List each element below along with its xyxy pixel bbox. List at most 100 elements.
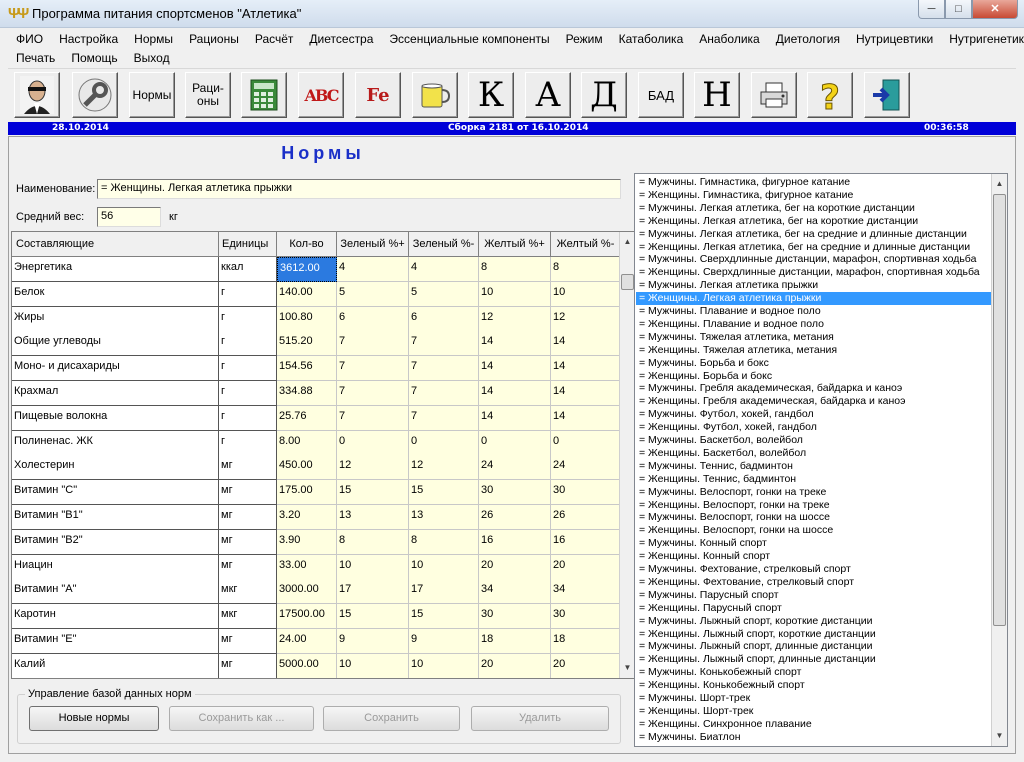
list-item[interactable]: = Мужчины. Парусный спорт (636, 589, 992, 602)
list-scroll-thumb[interactable] (993, 194, 1006, 626)
grid-column-header[interactable]: Желтый %- (551, 232, 621, 257)
dietology-toolbar-button[interactable]: Д (581, 72, 627, 118)
grid-cell[interactable]: 9 (337, 629, 409, 654)
grid-cell[interactable]: 10 (337, 554, 409, 580)
grid-cell[interactable]: 0 (551, 430, 621, 456)
list-item[interactable]: = Мужчины. Тяжелая атлетика, метания (636, 331, 992, 344)
list-scrollbar[interactable]: ▲ ▼ (991, 174, 1007, 746)
menu-item[interactable]: Диетология (768, 32, 848, 46)
menu-item[interactable]: Помощь (63, 51, 125, 65)
grid-cell[interactable]: 15 (409, 604, 479, 630)
grid-cell[interactable]: 140.00 (277, 281, 337, 307)
grid-cell[interactable]: 14 (551, 405, 621, 431)
grid-cell[interactable]: 30 (479, 604, 551, 630)
list-item[interactable]: = Мужчины. Футбол, хокей, гандбол (636, 408, 992, 421)
minimize-button[interactable]: ─ (918, 0, 945, 19)
grid-cell[interactable]: 30 (551, 480, 621, 506)
grid-column-header[interactable]: Кол-во (277, 232, 337, 257)
grid-cell[interactable]: 20 (551, 554, 621, 580)
settings-toolbar-button[interactable] (72, 72, 118, 118)
grid-cell[interactable]: 515.20 (277, 331, 337, 357)
grid-cell[interactable]: 14 (479, 381, 551, 406)
menu-item[interactable]: Эссенциальные компоненты (381, 32, 557, 46)
list-item[interactable]: = Женщины. Парусный спорт (636, 602, 992, 615)
grid-cell[interactable]: 18 (479, 629, 551, 654)
list-item[interactable]: = Женщины. Фехтование, стрелковый спорт (636, 576, 992, 589)
grid-cell[interactable]: 3612.00 (277, 257, 337, 282)
list-item[interactable]: = Женщины. Теннис, бадминтон (636, 473, 992, 486)
grid-cell[interactable]: 30 (479, 480, 551, 506)
grid-cell[interactable]: 14 (551, 356, 621, 382)
grid-cell[interactable]: 14 (479, 356, 551, 382)
save-as-button[interactable]: Сохранить как ... (169, 706, 314, 731)
list-item[interactable]: = Женщины. Гребля академическая, байдарк… (636, 395, 992, 408)
list-item[interactable]: = Женщины. Шорт-трек (636, 705, 992, 718)
grid-cell[interactable]: 16 (479, 529, 551, 555)
rations-toolbar-button[interactable]: Раци- оны (185, 72, 231, 118)
grid-cell[interactable]: 18 (551, 629, 621, 654)
list-item[interactable]: = Женщины. Легкая атлетика, бег на средн… (636, 241, 992, 254)
list-item[interactable]: = Женщины. Лыжный спорт, длинные дистанц… (636, 653, 992, 666)
grid-cell[interactable]: 13 (409, 505, 479, 530)
menu-item[interactable]: Нормы (126, 32, 181, 46)
grid-cell[interactable]: 4 (337, 257, 409, 282)
list-item[interactable]: = Женщины. Тяжелая атлетика, метания (636, 344, 992, 357)
exit-toolbar-button[interactable] (864, 72, 910, 118)
grid-cell[interactable]: 7 (409, 356, 479, 382)
close-button[interactable]: ✕ (972, 0, 1018, 19)
scroll-down-arrow-icon[interactable]: ▼ (620, 660, 635, 676)
essential-components-toolbar-button[interactable]: Fe (355, 72, 401, 118)
grid-cell[interactable]: 10 (479, 281, 551, 307)
grid-cell[interactable]: 15 (337, 480, 409, 506)
list-item[interactable]: = Мужчины. Теннис, бадминтон (636, 460, 992, 473)
list-item[interactable]: = Женщины. Легкая атлетика прыжки (636, 292, 992, 306)
grid-cell[interactable]: 8 (479, 257, 551, 282)
new-norms-button[interactable]: Новые нормы (29, 706, 159, 731)
grid-cell[interactable]: 15 (337, 604, 409, 630)
grid-cell[interactable]: 7 (337, 331, 409, 357)
grid-cell[interactable]: 0 (479, 430, 551, 456)
grid-cell[interactable]: 7 (337, 381, 409, 406)
grid-column-header[interactable]: Зеленый %+ (337, 232, 409, 257)
grid-cell[interactable]: 7 (409, 331, 479, 357)
grid-cell[interactable]: 15 (409, 480, 479, 506)
grid-cell[interactable]: 14 (479, 331, 551, 357)
grid-cell[interactable]: 14 (551, 331, 621, 357)
grid-cell[interactable]: 6 (409, 306, 479, 332)
list-scroll-up-arrow-icon[interactable]: ▲ (992, 176, 1007, 192)
grid-cell[interactable]: 9 (409, 629, 479, 654)
menu-item[interactable]: Настройка (51, 32, 126, 46)
grid-cell[interactable]: 13 (337, 505, 409, 530)
grid-cell[interactable]: 3000.00 (277, 579, 337, 605)
grid-cell[interactable]: 12 (337, 455, 409, 481)
list-item[interactable]: = Мужчины. Шорт-трек (636, 692, 992, 705)
grid-cell[interactable]: 8.00 (277, 430, 337, 456)
list-item[interactable]: = Мужчины. Фехтование, стрелковый спорт (636, 563, 992, 576)
list-item[interactable]: = Мужчины. Легкая атлетика, бег на средн… (636, 228, 992, 241)
grid-cell[interactable]: 7 (409, 405, 479, 431)
weight-input[interactable]: 56 (97, 207, 161, 227)
menu-item[interactable]: ФИО (8, 32, 51, 46)
list-item[interactable]: = Мужчины. Лыжный спорт, короткие дистан… (636, 615, 992, 628)
grid-cell[interactable]: 10 (337, 653, 409, 678)
menu-item[interactable]: Анаболика (691, 32, 767, 46)
list-item[interactable]: = Мужчины. Баскетбол, волейбол (636, 434, 992, 447)
save-button[interactable]: Сохранить (323, 706, 460, 731)
grid-cell[interactable]: 8 (337, 529, 409, 555)
maximize-button[interactable]: □ (945, 0, 972, 19)
list-item[interactable]: = Мужчины. Плавание и водное поло (636, 305, 992, 318)
grid-cell[interactable]: 10 (551, 281, 621, 307)
list-item[interactable]: = Женщины. Борьба и бокс (636, 370, 992, 383)
grid-cell[interactable]: 12 (479, 306, 551, 332)
grid-cell[interactable]: 24 (479, 455, 551, 481)
grid-cell[interactable]: 34 (479, 579, 551, 605)
list-item[interactable]: = Женщины. Велоспорт, гонки на треке (636, 499, 992, 512)
grid-cell[interactable]: 33.00 (277, 554, 337, 580)
grid-cell[interactable]: 8 (551, 257, 621, 282)
grid-column-header[interactable]: Единицы (219, 232, 277, 257)
grid-cell[interactable]: 450.00 (277, 455, 337, 481)
grid-scroll-thumb[interactable] (621, 274, 634, 290)
list-item[interactable]: = Женщины. Легкая атлетика, бег на корот… (636, 215, 992, 228)
menu-item[interactable]: Диетсестра (301, 32, 381, 46)
grid-column-header[interactable]: Зеленый %- (409, 232, 479, 257)
